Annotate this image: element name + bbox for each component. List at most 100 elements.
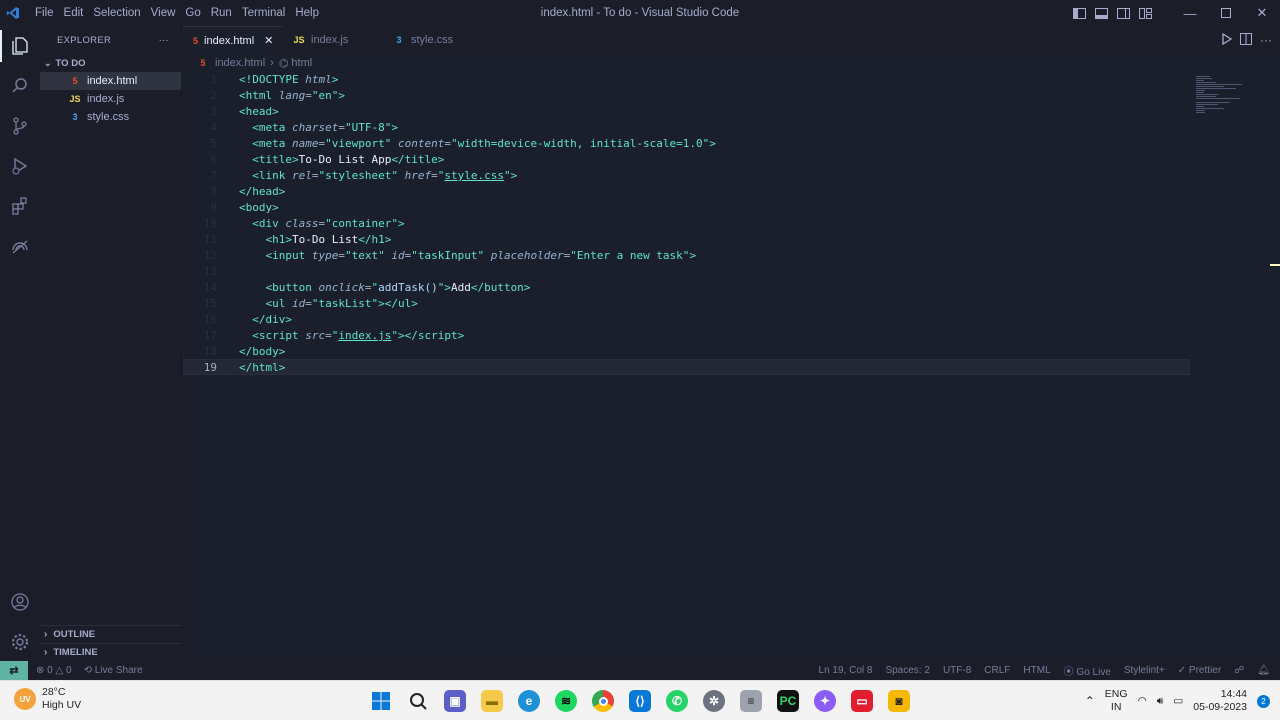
- clock[interactable]: 14:44 05-09-2023: [1193, 688, 1247, 714]
- battery-icon[interactable]: ▭: [1173, 695, 1183, 707]
- volume-icon[interactable]: 🔊︎: [1157, 695, 1164, 708]
- language-mode[interactable]: HTML: [1023, 665, 1050, 676]
- explorer-sidebar: EXPLORER ··· ⌄ TO DO 5 index.html JS ind…: [40, 26, 182, 661]
- code-line: 3 <head>: [210, 105, 279, 118]
- remote-explorer-icon[interactable]: [0, 226, 40, 266]
- run-icon[interactable]: [1220, 32, 1233, 48]
- extensions-icon[interactable]: [0, 186, 40, 226]
- menu-edit[interactable]: Edit: [59, 7, 89, 19]
- file-label: style.css: [87, 111, 130, 123]
- edge-browser-icon[interactable]: e: [518, 690, 540, 712]
- live-share-icon: ⟲: [83, 665, 92, 676]
- whatsapp-icon[interactable]: ✆: [666, 690, 688, 712]
- search-icon[interactable]: [0, 66, 40, 106]
- menu-run[interactable]: Run: [206, 7, 237, 19]
- toggle-panel-icon[interactable]: [1090, 0, 1112, 26]
- breadcrumb-file[interactable]: index.html: [215, 57, 265, 69]
- teams-chat-icon[interactable]: ▣: [444, 690, 466, 712]
- breadcrumb-node[interactable]: html: [291, 57, 312, 69]
- source-control-icon[interactable]: [0, 106, 40, 146]
- vscode-logo-icon: [0, 0, 26, 26]
- customize-layout-icon[interactable]: [1134, 0, 1156, 26]
- go-live-button[interactable]: ⦿ Go Live: [1064, 663, 1111, 678]
- notepad-icon[interactable]: ≡: [740, 690, 762, 712]
- more-actions-icon[interactable]: ···: [159, 35, 169, 46]
- file-label: index.html: [87, 75, 138, 87]
- weather-condition: High UV: [42, 699, 82, 711]
- menu-help[interactable]: Help: [290, 7, 324, 19]
- toggle-secondary-sidebar-icon[interactable]: [1112, 0, 1134, 26]
- pycharm-icon[interactable]: PC: [777, 690, 799, 712]
- explorer-icon[interactable]: [0, 26, 40, 66]
- wifi-icon[interactable]: ◠: [1138, 695, 1147, 707]
- chrome-icon[interactable]: [592, 690, 614, 712]
- stylelint-status[interactable]: Stylelint+: [1124, 665, 1165, 676]
- toggle-sidebar-icon[interactable]: [1068, 0, 1090, 26]
- yellow-app-icon[interactable]: ◙: [888, 690, 910, 712]
- menu-go[interactable]: Go: [180, 7, 205, 19]
- copilot-icon[interactable]: ✦: [814, 690, 836, 712]
- folder-to-do[interactable]: ⌄ TO DO: [40, 54, 181, 72]
- chevron-right-icon: ›: [270, 57, 274, 69]
- search-icon[interactable]: [407, 690, 429, 712]
- indentation[interactable]: Spaces: 2: [885, 665, 929, 676]
- chevron-down-icon: ⌄: [44, 57, 52, 68]
- cursor-position[interactable]: Ln 19, Col 8: [819, 665, 873, 676]
- timeline-section[interactable]: › TIMELINE: [40, 643, 182, 661]
- tab-index-html[interactable]: 5 index.html ✕: [183, 26, 283, 54]
- run-debug-icon[interactable]: [0, 146, 40, 186]
- code-editor[interactable]: 1 <!DOCTYPE html> 2 <html lang="en"> 3 <hea…: [183, 72, 1190, 661]
- code-line: 5 <meta name="viewport" content="width=d…: [210, 137, 716, 150]
- error-icon: ⊗: [36, 665, 45, 676]
- element-icon: ⌬: [278, 57, 289, 70]
- tab-style-css[interactable]: 3 style.css: [383, 26, 483, 54]
- windows-start-icon[interactable]: [370, 690, 392, 712]
- close-window-icon[interactable]: ✕: [1244, 0, 1280, 26]
- file-label: index.js: [87, 93, 125, 105]
- encoding[interactable]: UTF-8: [943, 665, 971, 676]
- menu-file[interactable]: File: [30, 7, 59, 19]
- feedback-icon[interactable]: ☍: [1234, 665, 1244, 676]
- settings-gear-icon[interactable]: [0, 622, 40, 662]
- close-tab-icon[interactable]: ✕: [264, 34, 273, 47]
- notifications-bell-icon[interactable]: 🔔︎: [1257, 665, 1270, 676]
- accounts-icon[interactable]: [0, 582, 40, 622]
- notification-badge[interactable]: 2: [1257, 694, 1270, 708]
- css-file-icon: 3: [396, 35, 402, 45]
- prettier-button[interactable]: ✓ Prettier: [1178, 665, 1221, 676]
- remote-window-icon[interactable]: ⇄: [0, 661, 28, 680]
- file-index-html[interactable]: 5 index.html: [40, 72, 181, 90]
- minimize-icon[interactable]: —: [1172, 0, 1208, 26]
- menu-selection[interactable]: Selection: [88, 7, 145, 19]
- js-file-icon: JS: [69, 94, 81, 104]
- html-file-icon: 5: [200, 58, 206, 68]
- file-index-js[interactable]: JS index.js: [40, 90, 181, 108]
- code-line: 10 <div class="container">: [203, 217, 405, 230]
- red-app-icon[interactable]: ▭: [851, 690, 873, 712]
- language-indicator[interactable]: ENG IN: [1105, 688, 1128, 714]
- live-share-button[interactable]: ⟲ Live Share: [84, 665, 143, 676]
- scrollbar-marker[interactable]: [1270, 264, 1280, 266]
- tab-index-js[interactable]: JS index.js: [283, 26, 383, 54]
- menu-terminal[interactable]: Terminal: [237, 7, 290, 19]
- file-explorer-icon[interactable]: ▬: [481, 690, 503, 712]
- chevron-up-icon[interactable]: ⌃: [1085, 694, 1095, 708]
- warning-icon: △: [55, 665, 64, 676]
- more-actions-icon[interactable]: ···: [1260, 33, 1272, 47]
- end-of-line[interactable]: CRLF: [984, 665, 1010, 676]
- menu-view[interactable]: View: [146, 7, 181, 19]
- vscode-taskbar-icon[interactable]: ⟨⟩: [629, 690, 651, 712]
- weather-widget[interactable]: UV 28°C High UV: [14, 686, 81, 712]
- file-style-css[interactable]: 3 style.css: [40, 108, 181, 126]
- broadcast-icon: ⦿: [1063, 667, 1077, 678]
- split-editor-icon[interactable]: [1240, 32, 1252, 48]
- maximize-icon[interactable]: [1208, 0, 1244, 26]
- minimap[interactable]: [1190, 72, 1270, 661]
- code-line: 16 </div>: [203, 313, 292, 326]
- outline-section[interactable]: › OUTLINE: [40, 625, 182, 643]
- problems-indicator[interactable]: ⊗ 0 △ 0: [36, 665, 72, 676]
- status-bar: ⇄ ⊗ 0 △ 0 ⟲ Live Share Ln 19, Col 8 Spac…: [0, 661, 1280, 680]
- spotify-icon[interactable]: ≋: [555, 690, 577, 712]
- html-file-icon: 5: [193, 35, 199, 46]
- settings-icon[interactable]: ✲: [703, 690, 725, 712]
